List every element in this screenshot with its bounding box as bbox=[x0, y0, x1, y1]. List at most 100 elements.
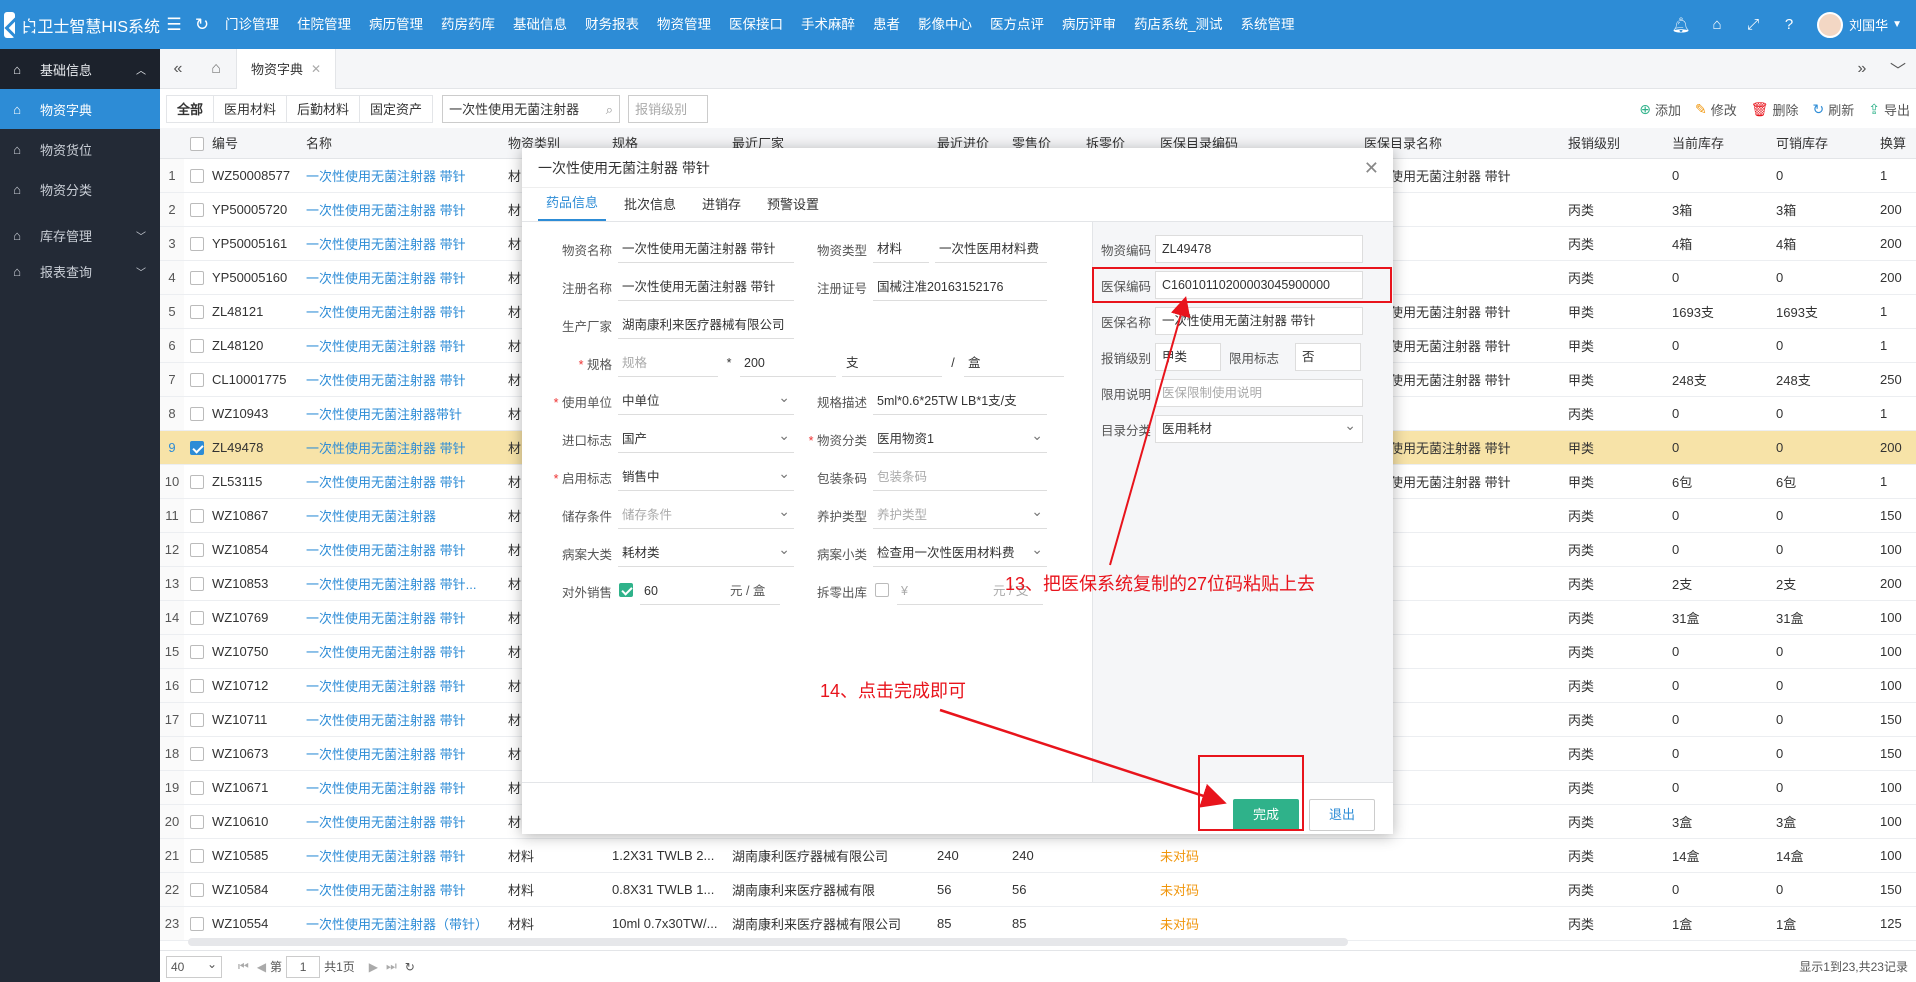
header-col[interactable]: 当前库存 bbox=[1666, 128, 1770, 159]
split-checkbox[interactable] bbox=[875, 582, 889, 597]
nav-item[interactable]: 患者 bbox=[864, 0, 909, 49]
next-page-icon[interactable]: ▶ bbox=[369, 960, 378, 974]
reload-icon[interactable]: ↻ bbox=[405, 960, 415, 974]
outsale-price-input[interactable]: 60 bbox=[640, 577, 730, 605]
filter-tab-logistics[interactable]: 后勤材料 bbox=[286, 95, 361, 123]
table-row[interactable]: 21 WZ10585 一次性使用无菌注射器 带针 材料 1.2X31 TWLB 2...… bbox=[160, 838, 1916, 873]
row-checkbox[interactable] bbox=[190, 576, 204, 591]
header-col[interactable]: 名称 bbox=[300, 128, 502, 159]
row-checkbox[interactable] bbox=[190, 712, 204, 727]
level-filter-input[interactable]: 报销级别 bbox=[628, 95, 709, 123]
row-checkbox-cell[interactable] bbox=[184, 226, 206, 261]
close-icon[interactable]: ✕ bbox=[311, 62, 321, 76]
case-small-select[interactable]: 检查用一次性医用材料费 bbox=[873, 539, 1047, 567]
row-checkbox-cell[interactable] bbox=[184, 498, 206, 533]
case-big-select[interactable]: 耗材类 bbox=[618, 539, 794, 567]
row-checkbox-cell[interactable] bbox=[184, 838, 206, 873]
nav-item[interactable]: 系统管理 bbox=[1232, 0, 1304, 49]
limit-flag-input[interactable]: 否 bbox=[1295, 343, 1361, 371]
tab-drug-info[interactable]: 药品信息 bbox=[538, 192, 607, 221]
row-checkbox[interactable] bbox=[190, 474, 204, 489]
row-checkbox[interactable] bbox=[190, 848, 204, 863]
maker-input[interactable]: 湖南康利来医疗器械有限公司 bbox=[618, 311, 794, 339]
header-checkbox[interactable] bbox=[184, 128, 206, 159]
row-checkbox-cell[interactable] bbox=[184, 430, 206, 465]
filter-tab-medical[interactable]: 医用材料 bbox=[213, 95, 288, 123]
cell-name[interactable]: 一次性使用无菌注射器 带针 bbox=[300, 158, 502, 193]
row-checkbox[interactable] bbox=[190, 168, 204, 183]
row-checkbox-cell[interactable] bbox=[184, 906, 206, 941]
dir-select[interactable]: 医用耗材 bbox=[1155, 415, 1363, 443]
sidebar-group-basic[interactable]: ⌂ 基础信息 ︿ bbox=[0, 49, 160, 89]
limit-desc-input[interactable]: 医保限制使用说明 bbox=[1155, 379, 1363, 407]
row-checkbox-cell[interactable] bbox=[184, 872, 206, 907]
reg-name-input[interactable]: 一次性使用无菌注射器 带针 bbox=[618, 273, 794, 301]
cell-name[interactable]: 一次性使用无菌注射器 带针 bbox=[300, 532, 502, 567]
fullscreen-icon[interactable]: ⤢ bbox=[1735, 16, 1771, 33]
cell-name[interactable]: 一次性使用无菌注射器 带针 bbox=[300, 634, 502, 669]
search-input[interactable]: 一次性使用无菌注射器 ⌕ bbox=[442, 95, 621, 124]
spec-unit-input[interactable]: 支 bbox=[842, 349, 942, 377]
row-checkbox[interactable] bbox=[190, 202, 204, 217]
search-icon[interactable]: ⌕ bbox=[606, 96, 613, 124]
tab-material-dict[interactable]: 物资字典 ✕ bbox=[236, 48, 337, 89]
delete-button[interactable]: 🗑︎ 删除 bbox=[1751, 100, 1799, 119]
row-checkbox-cell[interactable] bbox=[184, 736, 206, 771]
spec-pack-input[interactable]: 盒 bbox=[964, 349, 1064, 377]
barcode-input[interactable]: 包装条码 bbox=[873, 463, 1047, 491]
tag-icon[interactable]: ⌂ bbox=[1699, 16, 1735, 33]
exit-button[interactable]: 退出 bbox=[1309, 799, 1375, 831]
table-row[interactable]: 22 WZ10584 一次性使用无菌注射器 带针 材料 0.8X31 TWLB 1...… bbox=[160, 872, 1916, 907]
row-checkbox[interactable] bbox=[190, 644, 204, 659]
row-checkbox[interactable] bbox=[190, 406, 204, 421]
nav-item[interactable]: 药店系统_测试 bbox=[1125, 0, 1232, 49]
sidebar-group-inventory[interactable]: ⌂ 库存管理 ﹀ bbox=[0, 215, 160, 255]
row-checkbox-cell[interactable] bbox=[184, 566, 206, 601]
row-checkbox[interactable] bbox=[190, 542, 204, 557]
export-button[interactable]: ⇪ 导出 bbox=[1868, 100, 1910, 119]
header-col[interactable]: 换算 bbox=[1874, 128, 1916, 159]
bell-icon[interactable]: 🔔︎ bbox=[1663, 16, 1699, 34]
use-unit-select[interactable]: 中单位 bbox=[618, 387, 794, 415]
table-row[interactable]: 23 WZ10554 一次性使用无菌注射器（带针） 材料 10ml 0.7x30TW/.… bbox=[160, 906, 1916, 941]
nav-item[interactable]: 基础信息 bbox=[504, 0, 576, 49]
cell-name[interactable]: 一次性使用无菌注射器 带针 bbox=[300, 430, 502, 465]
filter-tab-all[interactable]: 全部 bbox=[166, 95, 215, 123]
row-checkbox[interactable] bbox=[190, 508, 204, 523]
row-checkbox-cell[interactable] bbox=[184, 294, 206, 329]
enable-select[interactable]: 销售中 bbox=[618, 463, 794, 491]
nav-item[interactable]: 药房药库 bbox=[432, 0, 504, 49]
refresh-button[interactable]: ↻ 刷新 bbox=[1813, 100, 1855, 119]
nav-item[interactable]: 门诊管理 bbox=[216, 0, 288, 49]
nav-item[interactable]: 医方点评 bbox=[981, 0, 1053, 49]
row-checkbox-cell[interactable] bbox=[184, 600, 206, 635]
tabs-menu-icon[interactable]: ﹀ bbox=[1880, 57, 1916, 81]
sidebar-group-report[interactable]: ⌂ 报表查询 ﹀ bbox=[0, 255, 160, 287]
nav-item[interactable]: 手术麻醉 bbox=[792, 0, 864, 49]
row-checkbox[interactable] bbox=[190, 916, 204, 931]
cell-name[interactable]: 一次性使用无菌注射器 带针 bbox=[300, 702, 502, 737]
row-checkbox-cell[interactable] bbox=[184, 770, 206, 805]
cell-name[interactable]: 一次性使用无菌注射器 带针 bbox=[300, 872, 502, 907]
row-checkbox-cell[interactable] bbox=[184, 260, 206, 295]
row-checkbox-cell[interactable] bbox=[184, 668, 206, 703]
material-name-input[interactable]: 一次性使用无菌注射器 带针 bbox=[618, 235, 794, 263]
cell-name[interactable]: 一次性使用无菌注射器 带针 bbox=[300, 192, 502, 227]
row-checkbox-cell[interactable] bbox=[184, 328, 206, 363]
row-checkbox[interactable] bbox=[190, 780, 204, 795]
header-col[interactable]: 报销级别 bbox=[1562, 128, 1666, 159]
cell-name[interactable]: 一次性使用无菌注射器 带针... bbox=[300, 566, 502, 601]
cell-name[interactable]: 一次性使用无菌注射器 带针 bbox=[300, 328, 502, 363]
row-checkbox-cell[interactable] bbox=[184, 804, 206, 839]
cell-name[interactable]: 一次性使用无菌注射器 带针 bbox=[300, 736, 502, 771]
row-checkbox[interactable] bbox=[190, 270, 204, 285]
nav-item[interactable]: 病历评审 bbox=[1053, 0, 1125, 49]
split-price-input[interactable]: ¥ bbox=[897, 577, 993, 605]
level-input[interactable]: 甲类 bbox=[1155, 343, 1221, 371]
care-select[interactable]: 养护类型 bbox=[873, 501, 1047, 529]
row-checkbox[interactable] bbox=[190, 338, 204, 353]
tabs-right-icon[interactable]: » bbox=[1844, 60, 1880, 78]
outsale-checkbox[interactable] bbox=[619, 582, 633, 597]
tab-batch-info[interactable]: 批次信息 bbox=[616, 194, 684, 221]
row-checkbox[interactable] bbox=[190, 372, 204, 387]
